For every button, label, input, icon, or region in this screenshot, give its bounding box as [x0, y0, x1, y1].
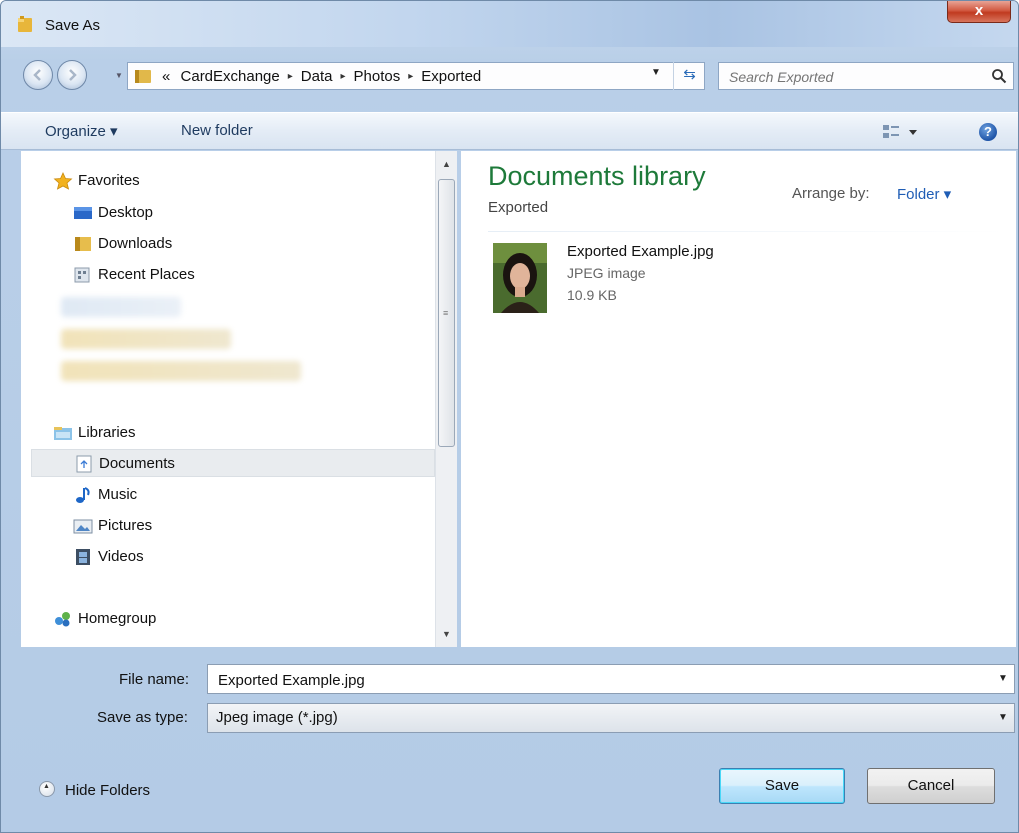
- save-as-type-value: Jpeg image (*.jpg): [216, 709, 338, 726]
- homegroup-icon: [53, 610, 73, 628]
- scroll-thumb[interactable]: ≡: [438, 179, 455, 447]
- nav-item-music[interactable]: Music: [73, 481, 433, 509]
- nav-item-pictures[interactable]: Pictures: [73, 512, 433, 540]
- forward-arrow-icon: [69, 69, 77, 81]
- folder-icon: [134, 68, 152, 88]
- breadcrumb-separator-icon[interactable]: ▸: [408, 71, 413, 82]
- back-button[interactable]: [23, 60, 53, 90]
- breadcrumb-item[interactable]: Data: [301, 68, 333, 85]
- search-icon[interactable]: [991, 68, 1007, 88]
- navigation-pane-scrollbar[interactable]: ▲ ≡ ▼: [435, 151, 457, 647]
- nav-item-label: Homegroup: [78, 610, 157, 627]
- address-dropdown-icon[interactable]: ▼: [651, 67, 661, 78]
- change-view-button[interactable]: [881, 122, 921, 142]
- breadcrumb-item[interactable]: Exported: [421, 68, 481, 85]
- refresh-icon: ⇆: [683, 66, 696, 83]
- nav-item-label: Recent Places: [98, 266, 195, 283]
- nav-item-label: Downloads: [98, 235, 173, 252]
- title-bar[interactable]: Save As x: [1, 1, 1018, 47]
- redacted-item: [61, 297, 181, 317]
- file-name-combobox[interactable]: ▼: [207, 664, 1015, 694]
- libraries-icon: [53, 424, 73, 442]
- file-item[interactable]: Exported Example.jpg JPEG image 10.9 KB: [493, 243, 793, 317]
- search-input[interactable]: [727, 67, 981, 87]
- music-icon: [73, 486, 93, 504]
- arrange-by-label: Arrange by:: [792, 185, 870, 202]
- new-folder-button[interactable]: New folder: [181, 122, 253, 139]
- nav-item-label: Favorites: [78, 172, 140, 189]
- divider: [488, 231, 1006, 232]
- videos-icon: [73, 548, 93, 566]
- save-as-type-select[interactable]: Jpeg image (*.jpg) ▼: [207, 703, 1015, 733]
- organize-menu[interactable]: Organize ▾: [45, 122, 118, 140]
- nav-item-videos[interactable]: Videos: [73, 543, 433, 571]
- command-toolbar: Organize ▾ New folder ?: [1, 112, 1018, 150]
- redacted-item: [61, 361, 301, 381]
- nav-favorites[interactable]: Favorites: [53, 167, 433, 195]
- search-box[interactable]: [718, 62, 1014, 90]
- close-icon: x: [974, 2, 984, 19]
- documents-icon: [74, 455, 94, 473]
- scroll-up-icon[interactable]: ▲: [442, 159, 452, 169]
- scroll-down-icon[interactable]: ▼: [442, 629, 452, 639]
- breadcrumb-overflow[interactable]: «: [162, 68, 170, 85]
- file-name-input[interactable]: [216, 670, 980, 690]
- breadcrumb: « CardExchange ▸ Data ▸ Photos ▸ Exported: [162, 68, 481, 85]
- save-as-icon: [17, 15, 33, 33]
- nav-item-label: Pictures: [98, 517, 153, 534]
- save-as-dialog: Save As x ▼ « CardExchange ▸ Data ▸ Photos ▸ E…: [0, 0, 1019, 833]
- nav-item-recent-places[interactable]: Recent Places: [73, 261, 433, 289]
- refresh-button[interactable]: ⇆: [673, 62, 705, 90]
- nav-item-documents[interactable]: Documents: [31, 449, 435, 477]
- nav-item-label: Libraries: [78, 424, 136, 441]
- recent-locations-dropdown-icon[interactable]: ▼: [115, 71, 123, 80]
- cancel-button[interactable]: Cancel: [867, 768, 995, 804]
- back-arrow-icon: [33, 69, 41, 81]
- hide-folders-toggle[interactable]: ▲ Hide Folders: [39, 781, 150, 799]
- folder-icon: [73, 235, 93, 253]
- file-size: 10.9 KB: [567, 287, 617, 303]
- chevron-down-icon[interactable]: ▼: [998, 712, 1008, 723]
- nav-item-desktop[interactable]: Desktop: [73, 199, 433, 227]
- nav-homegroup[interactable]: Homegroup: [53, 605, 433, 633]
- breadcrumb-separator-icon[interactable]: ▸: [288, 71, 293, 82]
- redacted-item: [61, 329, 231, 349]
- chevron-down-icon[interactable]: ▼: [998, 673, 1008, 684]
- recent-places-icon: [73, 266, 93, 284]
- close-button[interactable]: x: [947, 1, 1011, 23]
- help-button[interactable]: ?: [979, 123, 997, 141]
- save-button[interactable]: Save: [719, 768, 845, 804]
- nav-item-label: Videos: [98, 548, 144, 565]
- forward-button[interactable]: [57, 60, 87, 90]
- nav-item-label: Documents: [99, 455, 175, 472]
- image-thumbnail: [493, 243, 547, 313]
- chevron-up-icon: ▲: [39, 781, 55, 797]
- address-bar[interactable]: « CardExchange ▸ Data ▸ Photos ▸ Exported: [127, 62, 705, 90]
- nav-item-label: Music: [98, 486, 138, 503]
- save-as-type-label: Save as type:: [97, 709, 188, 726]
- pictures-icon: [73, 517, 93, 535]
- file-name: Exported Example.jpg: [567, 243, 714, 260]
- arrange-by-dropdown[interactable]: Folder ▾: [897, 185, 951, 203]
- star-icon: [53, 172, 73, 190]
- grip-icon: ≡: [443, 308, 449, 318]
- file-name-label: File name:: [119, 671, 190, 688]
- breadcrumb-item[interactable]: Photos: [354, 68, 401, 85]
- file-list-pane: Documents library Exported Arrange by: F…: [461, 151, 1016, 647]
- library-title: Documents library: [488, 161, 706, 191]
- breadcrumb-item[interactable]: CardExchange: [181, 68, 280, 85]
- library-subtitle: Exported: [488, 199, 549, 216]
- navigation-pane: Favorites Desktop Downloads Recent Place…: [21, 151, 435, 647]
- file-type: JPEG image: [567, 265, 646, 281]
- view-options-icon: [883, 125, 917, 138]
- nav-item-label: Desktop: [98, 204, 154, 221]
- breadcrumb-separator-icon[interactable]: ▸: [340, 71, 345, 82]
- nav-libraries[interactable]: Libraries: [53, 419, 433, 447]
- desktop-icon: [73, 204, 93, 222]
- hide-folders-label: Hide Folders: [65, 782, 151, 799]
- nav-item-downloads[interactable]: Downloads: [73, 230, 433, 258]
- window-title: Save As: [45, 17, 101, 34]
